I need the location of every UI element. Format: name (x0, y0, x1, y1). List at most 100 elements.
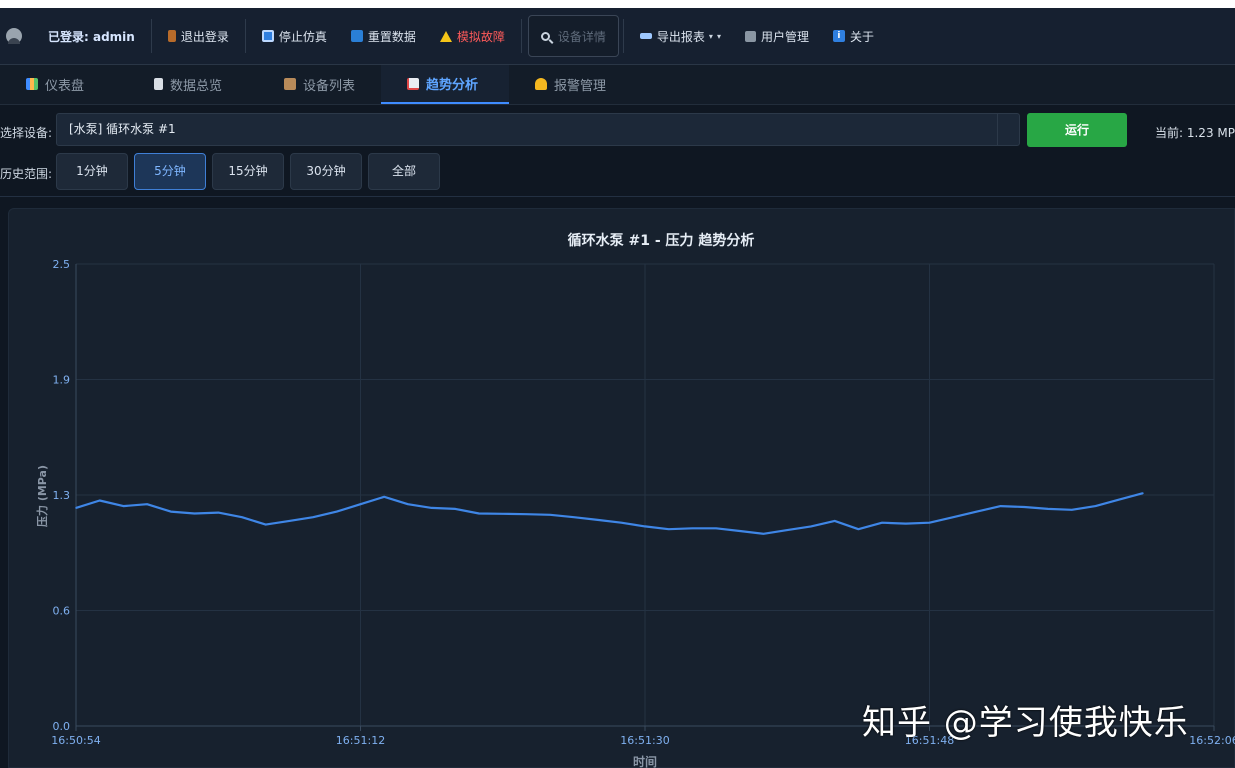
tab-label: 数据总览 (170, 78, 223, 94)
user-management-label: 用户管理 (760, 29, 809, 44)
data-point (1023, 506, 1026, 508)
toolbar: 已登录: admin 退出登录 停止仿真 重置数据 模拟故障 设备详情 导出报表… (0, 8, 1235, 65)
history-range-row: 历史范围: 1分钟 5分钟 15分钟 30分钟 全部 (0, 153, 1235, 197)
x-tick-label: 16:50:54 (51, 734, 100, 747)
device-detail-button[interactable]: 设备详情 (527, 15, 619, 57)
toolbar-divider (520, 19, 522, 53)
chart-title: 循环水泵 #1 - 压力 趋势分析 (568, 232, 755, 249)
stop-simulation-label: 停止仿真 (278, 29, 327, 44)
tab-alarm-management[interactable]: 报警管理 (509, 65, 637, 103)
data-point (549, 514, 551, 516)
trend-chart[interactable]: 循环水泵 #1 - 压力 趋势分析 0.0 0.6 1.3 1.9 2.5 16:50:… (9, 209, 1235, 768)
data-point (288, 520, 291, 522)
data-point (667, 528, 670, 530)
data-point (810, 525, 812, 528)
data-point (739, 530, 741, 532)
tab-data-overview[interactable]: 数据总览 (128, 65, 258, 103)
x-tick-label: 16:51:30 (620, 734, 669, 747)
pressure-series-line (75, 492, 1144, 535)
range-1min-button[interactable]: 1分钟 (56, 153, 128, 190)
data-point (1094, 505, 1097, 507)
chevron-down-icon: ▾ (708, 31, 713, 41)
x-tick-label: 16:51:12 (336, 734, 385, 747)
data-point (905, 522, 907, 525)
chart-series (75, 492, 1144, 535)
tab-device-list[interactable]: 设备列表 (258, 65, 381, 103)
about-button[interactable]: i 关于 (821, 16, 886, 56)
data-point (336, 510, 338, 513)
range-15min-button[interactable]: 15分钟 (212, 153, 284, 190)
data-point (762, 533, 765, 535)
export-icon (639, 33, 652, 39)
data-point (928, 521, 931, 524)
chevron-down-icon[interactable]: ▾ (717, 32, 721, 41)
data-point (857, 528, 860, 530)
data-point (644, 525, 646, 528)
data-point (98, 499, 101, 502)
range-30min-button[interactable]: 30分钟 (290, 153, 362, 190)
export-report-button[interactable]: 导出报表 ▾ ▾ (628, 16, 733, 56)
chart-grid (75, 263, 1215, 731)
simulate-fault-button[interactable]: 模拟故障 (428, 16, 517, 56)
data-point (146, 503, 148, 506)
box-icon (284, 78, 296, 90)
device-detail-label: 设备详情 (557, 29, 606, 44)
user-management-button[interactable]: 用户管理 (733, 16, 821, 56)
range-5min-button[interactable]: 5分钟 (134, 153, 206, 190)
simulate-fault-label: 模拟故障 (456, 29, 505, 44)
tab-label: 仪表盘 (45, 78, 85, 94)
watermark: 知乎 @学习使我快乐 (862, 703, 1189, 743)
users-icon (744, 30, 756, 42)
data-point (952, 516, 954, 518)
reset-data-button[interactable]: 重置数据 (339, 16, 428, 56)
trend-chart-icon (407, 77, 419, 90)
data-point (502, 513, 504, 515)
data-point (478, 512, 480, 515)
refresh-icon (350, 30, 363, 42)
data-point (833, 520, 836, 522)
dashboard-icon (26, 78, 38, 90)
data-point (1071, 509, 1073, 511)
user-avatar-icon (6, 28, 22, 44)
data-point (264, 523, 267, 526)
data-point (170, 510, 172, 513)
chart-panel: 循环水泵 #1 - 压力 趋势分析 0.0 0.6 1.3 1.9 2.5 16:50:… (8, 208, 1235, 768)
device-select-label: 选择设备: (0, 126, 53, 140)
data-point (525, 513, 528, 515)
toolbar-divider (244, 19, 246, 53)
logout-button[interactable]: 退出登录 (156, 16, 241, 56)
toolbar-divider (150, 19, 152, 53)
data-point (312, 516, 314, 518)
y-tick-label: 1.3 (53, 489, 71, 502)
data-point (976, 510, 978, 513)
dropdown-arrow-icon[interactable] (997, 114, 1019, 145)
device-select-value: [水泵] 循环水泵 #1 (69, 122, 176, 136)
data-point (430, 507, 433, 509)
tab-dashboard[interactable]: 仪表盘 (0, 65, 128, 103)
range-all-button[interactable]: 全部 (368, 153, 440, 190)
data-point (691, 527, 694, 530)
current-value: 当前: 1.23 MPa (1155, 126, 1235, 140)
data-point (454, 508, 457, 510)
data-point (359, 503, 362, 506)
logout-label: 退出登录 (180, 29, 229, 44)
tab-label: 设备列表 (303, 78, 356, 94)
y-tick-label: 2.5 (53, 258, 71, 271)
data-point (715, 527, 717, 530)
device-selector-row: 选择设备: [水泵] 循环水泵 #1 运行 当前: 1.23 MPa (0, 105, 1235, 153)
data-point (1118, 498, 1120, 501)
data-point (407, 503, 409, 506)
data-point (786, 529, 789, 531)
run-button[interactable]: 运行 (1027, 113, 1127, 147)
data-point (1142, 492, 1144, 495)
bell-icon (535, 78, 547, 90)
logged-in-user: 已登录: admin (0, 16, 147, 56)
tab-label: 趋势分析 (426, 78, 479, 93)
window-top-strip (0, 0, 1235, 8)
device-select[interactable]: [水泵] 循环水泵 #1 (56, 113, 1020, 146)
data-point (217, 511, 220, 514)
warning-icon (439, 30, 452, 42)
export-report-label: 导出报表 (656, 29, 705, 44)
tab-trend-analysis[interactable]: 趋势分析 (381, 65, 509, 104)
stop-simulation-button[interactable]: 停止仿真 (250, 16, 339, 56)
